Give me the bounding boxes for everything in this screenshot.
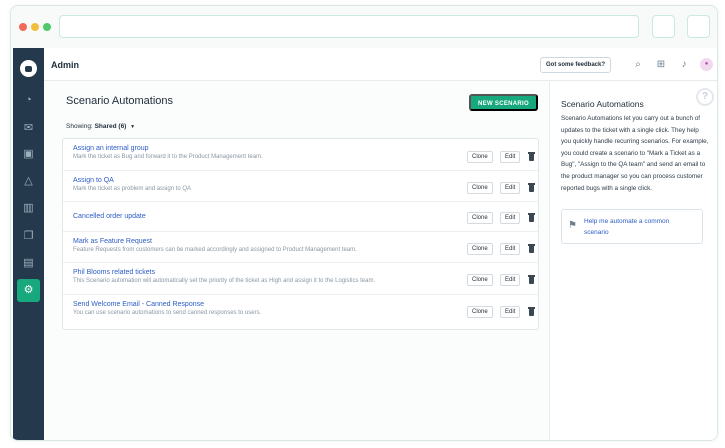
scenario-list: Assign an internal group Mark the ticket… (62, 138, 539, 330)
clone-button[interactable]: Clone (467, 151, 493, 163)
copy-icon[interactable]: ❐ (21, 229, 36, 244)
showing-filter[interactable]: Showing: Shared (6) ▼ (66, 123, 135, 130)
browser-button-2[interactable] (687, 15, 710, 38)
help-panel-title: Scenario Automations (561, 99, 644, 109)
table-row: Send Welcome Email - Canned Response You… (63, 295, 538, 330)
browser-chrome (11, 6, 717, 48)
trash-icon[interactable] (528, 183, 535, 192)
logo-icon[interactable] (20, 60, 37, 77)
clone-button[interactable]: Clone (467, 274, 493, 286)
trash-icon[interactable] (528, 213, 535, 222)
table-row: Cancelled order update Clone Edit (63, 202, 538, 232)
help-question-icon[interactable]: ? (696, 88, 714, 106)
contacts-icon[interactable]: ▣ (21, 147, 36, 162)
showing-value: Shared (6) (94, 123, 127, 130)
scenario-title[interactable]: Send Welcome Email - Canned Response (73, 301, 204, 308)
scenario-description: This Scenario automation will automatica… (73, 278, 376, 284)
scenario-description: Mark the ticket as Bug and forward it to… (73, 154, 263, 160)
tickets-icon[interactable]: ✉ (21, 121, 36, 136)
table-row: Phil Blooms related tickets This Scenari… (63, 263, 538, 295)
knowledge-book-icon[interactable]: ▥ (21, 201, 36, 216)
clone-button[interactable]: Clone (467, 243, 493, 255)
help-panel-text: Scenario Automations let you carry out a… (561, 115, 709, 192)
clone-button[interactable]: Clone (467, 212, 493, 224)
close-window-dot[interactable] (19, 23, 27, 31)
reports-icon[interactable]: ▤ (21, 256, 36, 271)
minimize-window-dot[interactable] (31, 23, 39, 31)
new-scenario-button[interactable]: NEW SCENARIO (469, 94, 538, 111)
scenario-title[interactable]: Mark as Feature Request (73, 238, 152, 245)
trash-icon[interactable] (528, 244, 535, 253)
table-row: Assign an internal group Mark the ticket… (63, 139, 538, 171)
scenario-description: Mark the ticket as problem and assign to… (73, 186, 192, 192)
edit-button[interactable]: Edit (500, 243, 521, 255)
admin-gear-icon[interactable]: ⚙ (17, 279, 40, 302)
clone-button[interactable]: Clone (467, 306, 493, 318)
scenario-title[interactable]: Phil Blooms related tickets (73, 269, 155, 276)
signpost-icon: ⚑ (568, 220, 577, 231)
help-panel: ? Scenario Automations Scenario Automati… (549, 82, 717, 440)
top-header: Admin Got some feedback? ⌕ ⊞ ♪ ● (44, 48, 717, 81)
help-automate-link[interactable]: Help me automate a common scenario (584, 216, 694, 238)
trash-icon[interactable] (528, 152, 535, 161)
edit-button[interactable]: Edit (500, 151, 521, 163)
scenario-title[interactable]: Cancelled order update (73, 213, 146, 220)
social-icon[interactable]: △ (21, 174, 36, 189)
address-bar[interactable] (59, 15, 639, 38)
scenario-title[interactable]: Assign to QA (73, 177, 114, 184)
edit-button[interactable]: Edit (500, 274, 521, 286)
dashboard-icon[interactable]: ◔ (21, 93, 36, 108)
edit-button[interactable]: Edit (500, 306, 521, 318)
new-item-plus-icon[interactable]: ⊞ (655, 59, 667, 71)
table-row: Mark as Feature Request Feature Requests… (63, 232, 538, 263)
sidebar-nav: ◔ ✉ ▣ △ ▥ ❐ ▤ ⚙ (13, 48, 44, 440)
table-row: Assign to QA Mark the ticket as problem … (63, 171, 538, 202)
scenario-description: Feature Requests from customers can be m… (73, 247, 357, 253)
page-title: Scenario Automations (66, 95, 174, 107)
app-window: ◔ ✉ ▣ △ ▥ ❐ ▤ ⚙ Admin Got some feedback?… (10, 5, 718, 441)
edit-button[interactable]: Edit (500, 212, 521, 224)
chevron-down-icon: ▼ (130, 124, 136, 130)
maximize-window-dot[interactable] (43, 23, 51, 31)
avatar[interactable]: ● (700, 58, 713, 71)
page-header-title: Admin (51, 60, 79, 70)
search-icon[interactable]: ⌕ (632, 59, 644, 71)
help-automate-card[interactable]: ⚑ Help me automate a common scenario (561, 209, 703, 244)
edit-button[interactable]: Edit (500, 182, 521, 194)
notification-bell-icon[interactable]: ♪ (678, 59, 690, 71)
browser-button-1[interactable] (652, 15, 675, 38)
scenario-title[interactable]: Assign an internal group (73, 145, 149, 152)
clone-button[interactable]: Clone (467, 182, 493, 194)
scenario-description: You can use scenario automations to send… (73, 310, 262, 316)
trash-icon[interactable] (528, 307, 535, 316)
trash-icon[interactable] (528, 275, 535, 284)
feedback-button[interactable]: Got some feedback? (540, 57, 612, 73)
main-content: Scenario Automations NEW SCENARIO Showin… (44, 82, 549, 440)
showing-label: Showing: (66, 123, 93, 130)
